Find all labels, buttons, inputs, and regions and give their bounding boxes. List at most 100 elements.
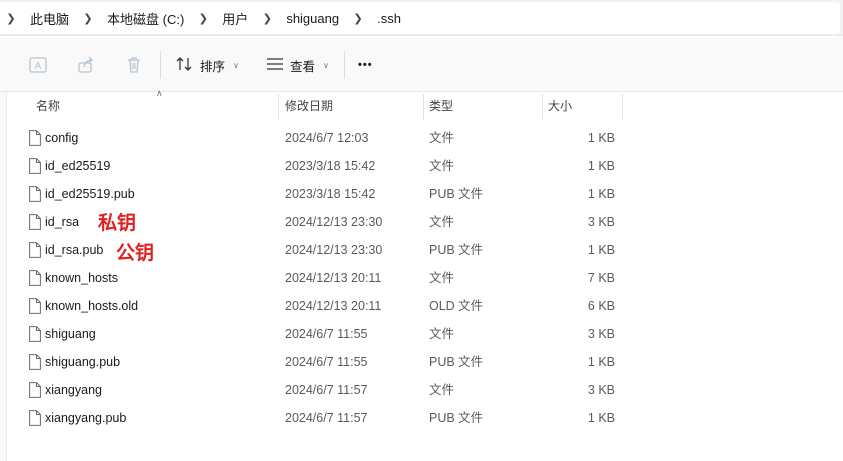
command-bar: A 排序 ∨ 查看 ∨ ••• [0, 37, 843, 92]
file-size: 3 KB [587, 383, 615, 397]
file-row[interactable]: shiguang.pub 2024/6/7 11:55 PUB 文件 1 KB [8, 348, 843, 376]
svg-text:A: A [35, 61, 42, 72]
file-icon [29, 270, 41, 286]
chevron-right-icon[interactable]: ❯ [77, 12, 99, 25]
file-modified-date: 2024/6/7 11:57 [285, 383, 368, 397]
file-type: 文件 [429, 327, 455, 341]
view-icon [266, 56, 284, 75]
view-label: 查看 [290, 59, 316, 74]
file-row[interactable]: known_hosts.old 2024/12/13 20:11 OLD 文件 6 K… [8, 292, 843, 320]
file-size: 1 KB [587, 411, 615, 425]
chevron-right-icon[interactable]: ❯ [347, 12, 369, 25]
file-name[interactable]: xiangyang [45, 376, 102, 404]
sort-button[interactable]: 排序 ∨ [176, 52, 239, 78]
more-options-button[interactable]: ••• [358, 52, 373, 78]
file-row[interactable]: xiangyang 2024/6/7 11:57 文件 3 KB [8, 376, 843, 404]
chevron-down-icon: ∨ [323, 60, 329, 70]
breadcrumb-local-disk[interactable]: 本地磁盘 (C:) [99, 9, 192, 28]
file-modified-date: 2024/12/13 23:30 [285, 243, 383, 257]
column-header-date[interactable]: 修改日期 [279, 92, 423, 120]
file-type: PUB 文件 [429, 243, 484, 257]
file-type: 文件 [429, 159, 455, 173]
breadcrumb-ssh-folder[interactable]: .ssh [369, 11, 409, 26]
file-name[interactable]: known_hosts [45, 264, 118, 292]
file-name[interactable]: id_ed25519 [45, 152, 110, 180]
chevron-right-icon[interactable]: ❯ [192, 12, 214, 25]
file-icon [29, 298, 41, 314]
file-type: PUB 文件 [429, 355, 484, 369]
address-bar: ❯ 此电脑 ❯ 本地磁盘 (C:) ❯ 用户 ❯ shiguang ❯ .ssh [0, 0, 843, 36]
file-explorer-window: ❯ 此电脑 ❯ 本地磁盘 (C:) ❯ 用户 ❯ shiguang ❯ .ssh… [0, 0, 843, 461]
chevron-right-icon[interactable]: ❯ [256, 12, 278, 25]
column-header-size[interactable]: 大小 [542, 92, 622, 120]
file-modified-date: 2023/3/18 15:42 [285, 159, 376, 173]
file-size: 1 KB [587, 159, 615, 173]
file-name[interactable]: known_hosts.old [45, 292, 138, 320]
column-divider[interactable] [622, 94, 623, 120]
file-name[interactable]: id_rsa [45, 208, 79, 236]
file-icon [29, 382, 41, 398]
toolbar-divider [160, 51, 161, 79]
private-key-annotation: 私钥 [98, 212, 137, 234]
file-type: 文件 [429, 215, 455, 229]
file-row[interactable]: xiangyang.pub 2024/6/7 11:57 PUB 文件 1 KB [8, 404, 843, 432]
breadcrumb-users[interactable]: 用户 [214, 9, 256, 28]
file-size: 3 KB [587, 327, 615, 341]
file-name[interactable]: shiguang [45, 320, 96, 348]
file-type: PUB 文件 [429, 187, 484, 201]
column-header-name[interactable]: 名称 [30, 92, 278, 120]
file-icon [29, 242, 41, 258]
file-name[interactable]: shiguang.pub [45, 348, 120, 376]
file-type: 文件 [429, 131, 455, 145]
file-name[interactable]: id_rsa.pub [45, 236, 103, 264]
breadcrumb[interactable]: ❯ 此电脑 ❯ 本地磁盘 (C:) ❯ 用户 ❯ shiguang ❯ .ssh [0, 2, 840, 34]
file-row[interactable]: config 2024/6/7 12:03 文件 1 KB [8, 124, 843, 152]
toolbar-divider [344, 51, 345, 79]
file-row[interactable]: shiguang 2024/6/7 11:55 文件 3 KB [8, 320, 843, 348]
share-icon[interactable] [76, 55, 96, 75]
breadcrumb-user-folder[interactable]: shiguang [278, 11, 347, 26]
sort-icon [176, 56, 194, 75]
file-row[interactable]: known_hosts 2024/12/13 20:11 文件 7 KB [8, 264, 843, 292]
public-key-annotation: 公钥 [116, 242, 155, 264]
breadcrumb-this-pc[interactable]: 此电脑 [22, 9, 77, 28]
file-modified-date: 2023/3/18 15:42 [285, 187, 376, 201]
file-size: 3 KB [587, 215, 615, 229]
file-size: 1 KB [587, 355, 615, 369]
file-size: 1 KB [587, 131, 615, 145]
rename-icon[interactable]: A [28, 55, 48, 75]
file-type: 文件 [429, 271, 455, 285]
file-name[interactable]: xiangyang.pub [45, 404, 126, 432]
file-modified-date: 2024/12/13 20:11 [285, 271, 382, 285]
file-icon [29, 158, 41, 174]
sort-label: 排序 [200, 59, 226, 74]
file-size: 6 KB [587, 299, 615, 313]
chevron-down-icon: ∨ [233, 60, 239, 70]
file-modified-date: 2024/6/7 12:03 [285, 131, 369, 145]
file-type: OLD 文件 [429, 299, 484, 313]
view-button[interactable]: 查看 ∨ [266, 52, 329, 78]
file-name[interactable]: config [45, 124, 78, 152]
file-list: config 2024/6/7 12:03 文件 1 KB id_ed25519 2023… [8, 124, 843, 432]
file-icon [29, 354, 41, 370]
navigation-pane-edge[interactable] [0, 92, 7, 461]
file-name[interactable]: id_ed25519.pub [45, 180, 135, 208]
file-icon [29, 326, 41, 342]
file-icon [29, 410, 41, 426]
column-header-type[interactable]: 类型 [423, 92, 542, 120]
column-header-row: ∧ 名称 修改日期 类型 大小 [8, 88, 843, 120]
file-size: 1 KB [587, 243, 615, 257]
delete-icon[interactable] [124, 55, 144, 75]
file-icon [29, 214, 41, 230]
file-row[interactable]: id_ed25519.pub 2023/3/18 15:42 PUB 文件 1 KB [8, 180, 843, 208]
file-size: 1 KB [587, 187, 615, 201]
file-icon [29, 186, 41, 202]
file-modified-date: 2024/12/13 23:30 [285, 215, 383, 229]
file-modified-date: 2024/6/7 11:55 [285, 327, 368, 341]
file-row[interactable]: id_ed25519 2023/3/18 15:42 文件 1 KB [8, 152, 843, 180]
file-type: 文件 [429, 383, 455, 397]
chevron-right-icon[interactable]: ❯ [0, 12, 22, 25]
file-modified-date: 2024/6/7 11:55 [285, 355, 368, 369]
file-type: PUB 文件 [429, 411, 484, 425]
file-size: 7 KB [587, 271, 615, 285]
